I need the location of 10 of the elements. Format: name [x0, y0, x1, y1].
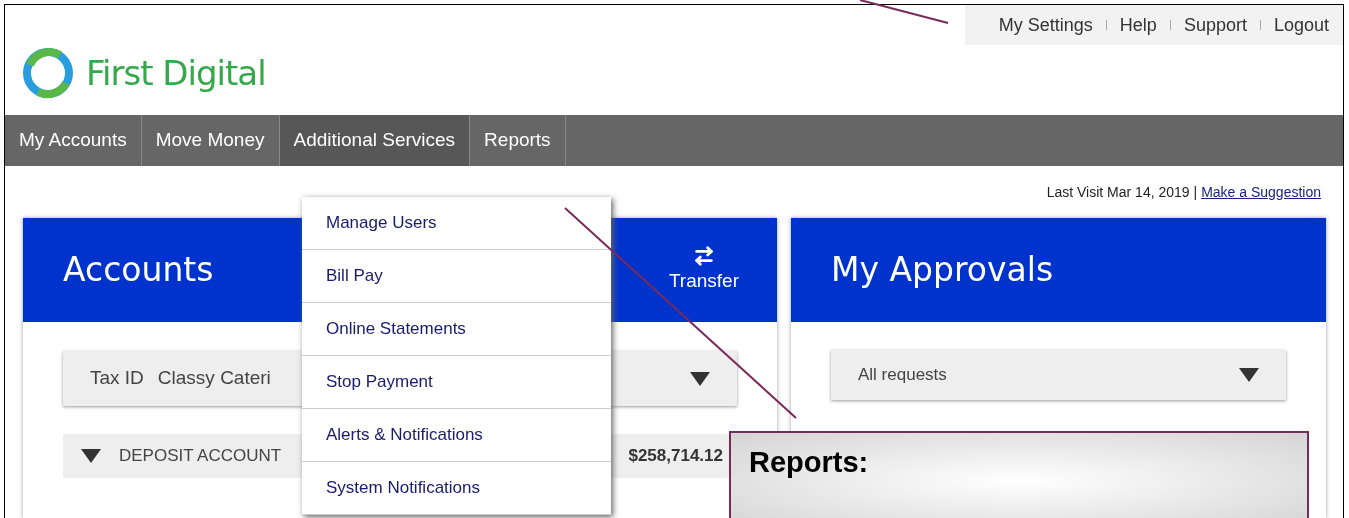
last-visit-text: Last Visit Mar 14, 2019 |: [1046, 183, 1198, 202]
select-value: All requests: [858, 364, 947, 387]
card-title: Accounts: [63, 249, 214, 292]
card-title: My Approvals: [831, 249, 1054, 292]
group-total: $258,714.12: [628, 445, 723, 468]
callout-title: Reports:: [749, 446, 869, 478]
group-name: DEPOSIT ACCOUNT: [119, 445, 282, 468]
brand-name: First Digital: [86, 52, 266, 95]
select-value: Classy Cateri: [157, 366, 271, 391]
select-label: Tax ID: [90, 366, 144, 391]
